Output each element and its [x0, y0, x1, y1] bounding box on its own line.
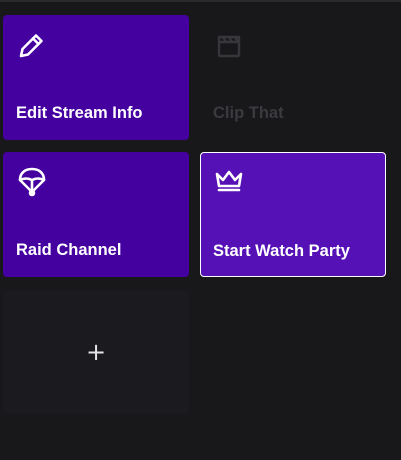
- start-watch-party-tile[interactable]: Start Watch Party: [200, 152, 386, 277]
- tile-label: Start Watch Party: [213, 242, 350, 260]
- clip-that-tile[interactable]: Clip That: [200, 15, 386, 140]
- tile-label: Edit Stream Info: [16, 104, 143, 122]
- clapperboard-icon: [213, 29, 245, 61]
- plus-icon: +: [85, 338, 107, 366]
- quick-actions-grid: Edit Stream Info Clip That Raid Channel: [3, 15, 389, 415]
- crown-icon: [213, 165, 245, 197]
- add-quick-action-tile[interactable]: +: [3, 290, 189, 414]
- top-divider: [0, 0, 401, 2]
- edit-stream-info-tile[interactable]: Edit Stream Info: [3, 15, 189, 140]
- pencil-icon: [16, 29, 48, 61]
- tile-label: Raid Channel: [16, 241, 122, 259]
- parachute-icon: [16, 166, 48, 198]
- raid-channel-tile[interactable]: Raid Channel: [3, 152, 189, 277]
- tile-label: Clip That: [213, 104, 284, 122]
